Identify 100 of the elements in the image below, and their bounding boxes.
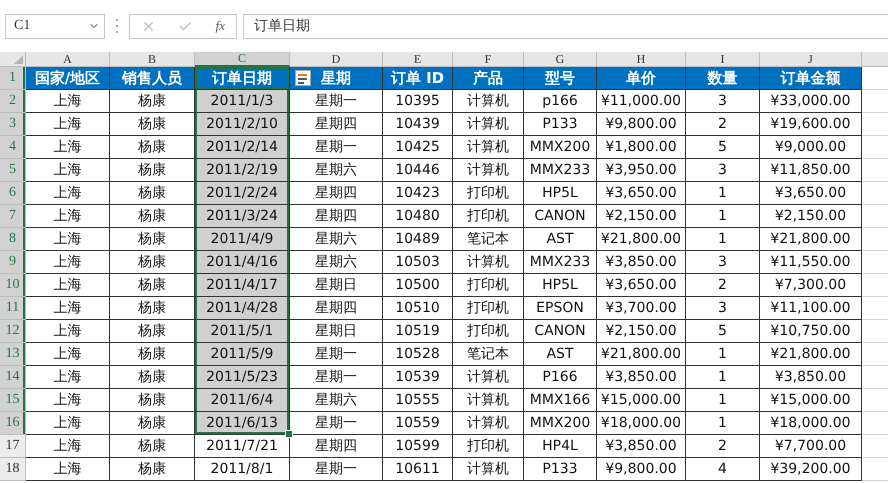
table-cell: 5 [686, 320, 760, 343]
table-cell: ¥3,950.00 [597, 159, 686, 182]
column-title: 销售人员 [110, 67, 195, 90]
column-header[interactable]: F [453, 52, 524, 67]
column-header[interactable]: H [597, 52, 686, 67]
row-header[interactable]: 2 [0, 90, 26, 113]
table-cell: 2011/3/24 [195, 205, 290, 228]
quick-analysis-icon[interactable] [295, 70, 311, 86]
table-cell: AST [524, 228, 597, 251]
table-cell: HP5L [524, 182, 597, 205]
table-cell: 2011/4/16 [195, 251, 290, 274]
row-header[interactable]: 7 [0, 205, 26, 228]
table-cell: ¥15,000.00 [760, 389, 862, 412]
table-cell: 2 [686, 274, 760, 297]
row-header[interactable]: 4 [0, 136, 26, 159]
table-cell: 计算机 [453, 251, 524, 274]
column-header[interactable]: G [524, 52, 597, 67]
table-cell: ¥21,800.00 [760, 343, 862, 366]
table-cell: 10528 [383, 343, 453, 366]
table-cell: 计算机 [453, 412, 524, 435]
row-header[interactable]: 13 [0, 343, 26, 366]
table-cell: 10555 [383, 389, 453, 412]
table-cell: 2011/2/14 [195, 136, 290, 159]
table-cell: 2011/7/21 [195, 435, 290, 458]
table-cell: 计算机 [453, 366, 524, 389]
table-cell: ¥11,850.00 [760, 159, 862, 182]
table-cell: ¥21,800.00 [597, 343, 686, 366]
select-all-button[interactable] [0, 52, 26, 67]
table-cell: 星期四 [290, 435, 383, 458]
table-cell: 星期六 [290, 251, 383, 274]
table-cell: 1 [686, 343, 760, 366]
table-cell: 上海 [26, 228, 110, 251]
table-cell: 计算机 [453, 159, 524, 182]
table-cell: 上海 [26, 320, 110, 343]
cell-reference: C1 [14, 18, 30, 34]
column-title: 国家/地区 [26, 67, 110, 90]
table-cell: 10446 [383, 159, 453, 182]
table-cell: 计算机 [453, 90, 524, 113]
row-header[interactable]: 9 [0, 251, 26, 274]
table-cell: 2011/2/10 [195, 113, 290, 136]
column-title: 订单日期 [195, 67, 290, 90]
row-header[interactable]: 6 [0, 182, 26, 205]
row-header[interactable]: 10 [0, 274, 26, 297]
formula-field[interactable]: 订单日期 [243, 14, 888, 38]
column-header[interactable]: B [110, 52, 195, 67]
table-cell: MMX233 [524, 159, 597, 182]
table-cell: 5 [686, 136, 760, 159]
table-cell: 2011/4/17 [195, 274, 290, 297]
table-cell: 2011/8/1 [195, 458, 290, 481]
table-cell: p166 [524, 90, 597, 113]
table-cell: 1 [686, 412, 760, 435]
column-header[interactable]: C [195, 52, 290, 67]
table-cell: 打印机 [453, 182, 524, 205]
row-header[interactable]: 11 [0, 297, 26, 320]
table-cell: 星期一 [290, 343, 383, 366]
column-header[interactable]: I [686, 52, 760, 67]
table-cell: ¥2,150.00 [597, 205, 686, 228]
column-header[interactable]: J [760, 52, 862, 67]
column-header[interactable]: E [383, 52, 453, 67]
table-cell: 计算机 [453, 136, 524, 159]
row-header[interactable]: 17 [0, 435, 26, 458]
table-cell: ¥3,650.00 [597, 182, 686, 205]
column-title: 产品 [453, 67, 524, 90]
row-header[interactable]: 14 [0, 366, 26, 389]
table-cell: MMX233 [524, 251, 597, 274]
name-box[interactable]: C1 [5, 14, 105, 38]
row-header[interactable]: 15 [0, 389, 26, 412]
table-cell: 1 [686, 228, 760, 251]
column-header[interactable]: A [26, 52, 110, 67]
table-cell: 星期六 [290, 389, 383, 412]
row-header[interactable]: 16 [0, 412, 26, 435]
table-cell: 上海 [26, 136, 110, 159]
table-cell: 3 [686, 90, 760, 113]
row-header[interactable]: 3 [0, 113, 26, 136]
row-header[interactable]: 1 [0, 67, 26, 90]
table-cell: 笔记本 [453, 228, 524, 251]
table-cell: 星期四 [290, 297, 383, 320]
table-cell: 1 [686, 366, 760, 389]
row-header[interactable]: 5 [0, 159, 26, 182]
column-header[interactable] [862, 52, 888, 67]
row-header[interactable]: 12 [0, 320, 26, 343]
table-cell: 上海 [26, 458, 110, 481]
insert-function-button[interactable]: fx [216, 18, 225, 34]
table-cell: 2011/2/24 [195, 182, 290, 205]
row-header[interactable]: 8 [0, 228, 26, 251]
table-cell: P166 [524, 366, 597, 389]
table-cell: 星期日 [290, 320, 383, 343]
table-cell: 1 [686, 205, 760, 228]
row-header[interactable]: 18 [0, 458, 26, 481]
table-cell: 2011/6/13 [195, 412, 290, 435]
table-cell: ¥3,850.00 [760, 366, 862, 389]
fill-handle[interactable] [285, 430, 293, 438]
table-cell: 打印机 [453, 274, 524, 297]
table-cell: 10395 [383, 90, 453, 113]
column-header[interactable]: D [290, 52, 383, 67]
table-cell: 3 [686, 297, 760, 320]
table-cell: 上海 [26, 251, 110, 274]
table-cell: ¥11,550.00 [760, 251, 862, 274]
table-cell: 10539 [383, 366, 453, 389]
table-cell: 2011/4/9 [195, 228, 290, 251]
